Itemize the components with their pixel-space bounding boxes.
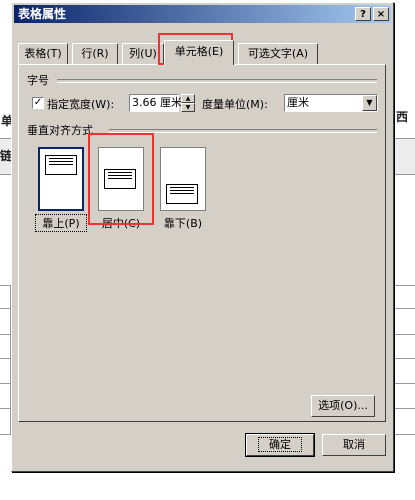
unit-select[interactable]: 厘米 ▼	[284, 94, 378, 112]
ok-button-label: 确定	[258, 437, 302, 452]
unit-select-value: 厘米	[287, 96, 309, 109]
options-button[interactable]: 选项(O)...	[311, 395, 375, 417]
spin-down-icon[interactable]: ▼	[181, 103, 195, 112]
align-center-icon	[104, 169, 136, 189]
tab-cell[interactable]: 单元格(E)	[164, 40, 234, 65]
group-divider	[109, 129, 377, 133]
cell-tab-panel: 字号 ✓ 指定宽度(W): 3.66 厘米 ▲ ▼ 度量单位(M): 厘米 ▼ …	[18, 64, 386, 422]
specify-width-label: 指定宽度(W):	[47, 98, 115, 111]
table-properties-dialog: 表格属性 ? × 表格(T) 行(R) 列(U) 单元格(E) 可选文字(A) …	[11, 2, 394, 472]
align-top-label[interactable]: 靠上(P)	[35, 214, 87, 232]
cancel-button[interactable]: 取消	[322, 434, 386, 456]
tab-table[interactable]: 表格(T)	[18, 43, 68, 64]
tab-column[interactable]: 列(U)	[122, 43, 164, 64]
width-spinner[interactable]: ▲ ▼	[181, 94, 195, 112]
tab-row[interactable]: 行(R)	[72, 43, 118, 64]
chevron-down-icon[interactable]: ▼	[362, 95, 377, 111]
align-bottom-option[interactable]	[160, 147, 206, 211]
align-center-option[interactable]	[98, 147, 144, 211]
size-group-label: 字号	[27, 74, 49, 87]
valign-group-label: 垂直对齐方式	[27, 124, 93, 137]
dialog-titlebar[interactable]: 表格属性 ? ×	[14, 5, 391, 23]
doc-text-fragment: 西	[396, 110, 409, 124]
align-bottom-icon	[166, 184, 198, 204]
align-top-icon	[45, 155, 77, 175]
align-bottom-label[interactable]: 靠下(B)	[158, 215, 208, 231]
dialog-title: 表格属性	[18, 7, 67, 21]
ok-button[interactable]: 确定	[245, 433, 315, 457]
help-button[interactable]: ?	[355, 7, 371, 21]
width-input[interactable]: 3.66 厘米	[129, 94, 182, 112]
align-center-label[interactable]: 居中(C)	[96, 215, 146, 231]
specify-width-checkbox[interactable]: ✓	[32, 97, 44, 109]
group-divider	[57, 79, 377, 83]
align-top-option[interactable]	[38, 147, 84, 211]
tab-alt-text[interactable]: 可选文字(A)	[238, 43, 318, 64]
spin-up-icon[interactable]: ▲	[181, 94, 195, 103]
unit-label: 度量单位(M):	[202, 98, 268, 111]
close-button[interactable]: ×	[373, 7, 389, 21]
